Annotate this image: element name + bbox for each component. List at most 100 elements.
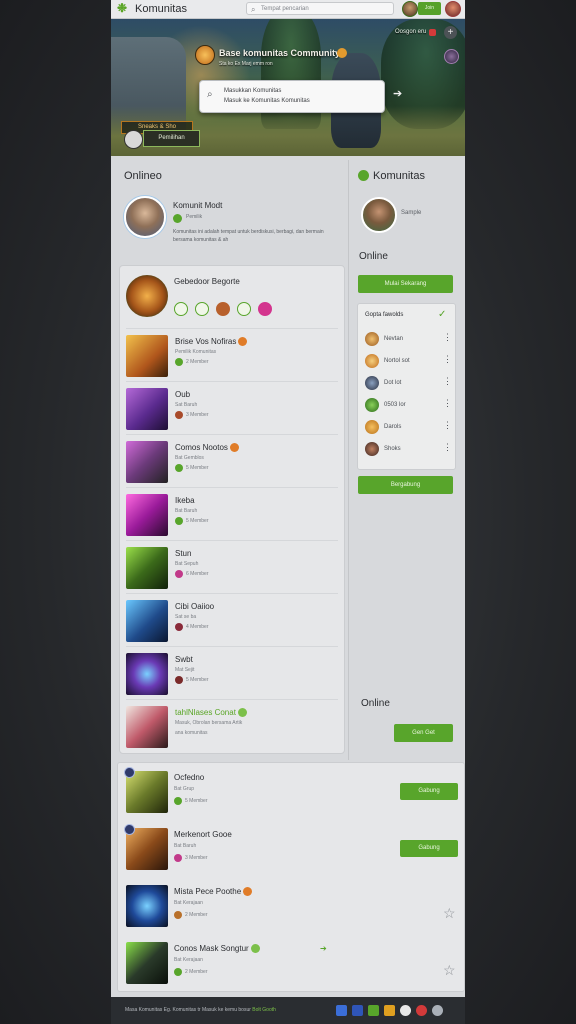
featured-item[interactable]: Mista Pece Poothe Bat Kerajaan 2 Member …	[124, 877, 460, 933]
member-row[interactable]: Darols ⋮	[365, 420, 452, 434]
member-name: Nevtan	[384, 336, 404, 342]
join-community-button[interactable]: Bergabung	[358, 476, 453, 494]
list-header: Gebedoor Begorte	[120, 266, 344, 328]
members-panel-title: Gopta fawolds	[365, 312, 404, 318]
members-icon	[174, 797, 182, 805]
verified-badge-icon	[243, 887, 253, 897]
featured-item[interactable]: Conos Mask Songtur ➔ Bat Kerajaan 2 Memb…	[124, 934, 460, 990]
hero-button[interactable]: Pemilihan	[143, 130, 200, 147]
online-heading: Online	[359, 251, 388, 262]
member-row[interactable]: 0503 lor ⋮	[365, 398, 452, 412]
social-icon[interactable]	[368, 1005, 379, 1016]
list-header-avatar[interactable]	[126, 275, 168, 317]
profile-avatar[interactable]	[445, 1, 461, 17]
item-title: Brise Vos Nofiras	[175, 337, 248, 347]
start-button[interactable]: Mulai Sekarang	[358, 275, 453, 293]
member-avatar	[365, 332, 379, 346]
check-icon[interactable]	[237, 302, 251, 316]
item-thumbnail	[126, 771, 168, 813]
footer-bar: Masa Komunitas Eg. Komunitas tr Masuk ke…	[111, 997, 465, 1024]
plus-icon[interactable]: +	[444, 26, 457, 39]
list-item[interactable]: Stun Bat Sepuh 6 Member	[126, 540, 338, 594]
more-vertical-icon[interactable]: ⋮	[443, 354, 452, 365]
featured-item[interactable]: Merkenort Gooe Bat Baruh 3 Member Gabung	[124, 820, 460, 876]
featured-item[interactable]: Ocfedno Bat Grup 5 Member Gabung	[124, 763, 460, 819]
verified-badge-icon	[238, 337, 248, 347]
members-icon	[175, 676, 183, 684]
member-name: 0503 lor	[384, 402, 406, 408]
notification-dot-icon[interactable]	[429, 29, 436, 36]
member-avatar	[365, 376, 379, 390]
left-section-title: Onlineo	[124, 170, 162, 182]
verified-badge-icon	[250, 944, 260, 954]
item-subtitle: Bat Gemblos	[175, 455, 204, 461]
member-row[interactable]: Shoks ⋮	[365, 442, 452, 456]
social-icon[interactable]	[336, 1005, 347, 1016]
more-vertical-icon[interactable]: ⋮	[443, 442, 452, 453]
footer-highlight[interactable]: Bolt Gooth	[252, 1007, 276, 1013]
leaf-icon[interactable]: ❉	[117, 2, 129, 14]
join-item-button[interactable]: Gabung	[400, 783, 458, 800]
more-vertical-icon[interactable]: ⋮	[443, 332, 452, 343]
member-row[interactable]: Nortol sot ⋮	[365, 354, 452, 368]
fire-icon[interactable]	[216, 302, 230, 316]
list-item[interactable]: Comos Nootos Bat Gemblos 5 Member	[126, 434, 338, 488]
hero-circle-icon[interactable]	[124, 130, 143, 149]
get-button[interactable]: Gen Get	[394, 724, 453, 742]
members-icon	[175, 464, 183, 472]
hero-search-box[interactable]: ⌕ Masukkan Komunitas Masuk ke Komunitas …	[199, 80, 385, 113]
more-vertical-icon[interactable]: ⋮	[443, 376, 452, 387]
member-row[interactable]: Dot lot ⋮	[365, 376, 452, 390]
list-item[interactable]: Swbt Mat Sejit 5 Member	[126, 646, 338, 700]
arrow-right-icon[interactable]: ➔	[393, 87, 402, 100]
item-thumbnail	[126, 653, 168, 695]
check-icon[interactable]: ✓	[438, 309, 446, 320]
join-button[interactable]: Join	[418, 2, 441, 15]
top-search-input[interactable]: ⌕ Tempat pencarian	[246, 2, 394, 15]
hero-avatar[interactable]	[444, 49, 459, 64]
star-icon[interactable]: ☆	[443, 905, 456, 922]
item-meta: 3 Member	[185, 855, 208, 861]
heart-icon[interactable]	[258, 302, 272, 316]
social-icon[interactable]	[416, 1005, 427, 1016]
more-vertical-icon[interactable]: ⋮	[443, 398, 452, 409]
member-row[interactable]: Nevtan ⋮	[365, 332, 452, 346]
user-avatar[interactable]	[402, 1, 418, 17]
verified-badge-icon	[337, 48, 347, 58]
social-icon[interactable]	[384, 1005, 395, 1016]
member-avatar[interactable]	[361, 197, 397, 233]
item-subtitle: Mat Sejit	[175, 667, 195, 673]
list-item[interactable]: Cibi Oaiioo Sat se ba 4 Member	[126, 593, 338, 647]
item-meta: 5 Member	[186, 677, 209, 683]
right-section-title: Komunitas	[373, 170, 425, 182]
item-meta: 2 Member	[185, 912, 208, 918]
members-panel: Gopta fawolds ✓ Nevtan ⋮ Nortol sot ⋮ Do…	[357, 303, 456, 470]
item-meta: 5 Member	[185, 798, 208, 804]
check-icon[interactable]	[195, 302, 209, 316]
list-item[interactable]: Brise Vos Nofiras Pemilik Komunitas 2 Me…	[126, 328, 338, 382]
member-name: Shoks	[384, 446, 401, 452]
owner-name[interactable]: Komunit Modt	[173, 201, 222, 210]
arrow-icon: ➔	[320, 944, 327, 953]
item-subtitle: Bat Grup	[174, 786, 195, 792]
join-item-button[interactable]: Gabung	[400, 840, 458, 857]
more-vertical-icon[interactable]: ⋮	[443, 420, 452, 431]
item-subtitle: Sat se ba	[175, 614, 197, 620]
item-title: Conos Mask Songtur	[174, 944, 260, 954]
members-icon	[174, 911, 182, 919]
list-item[interactable]: Oub Sat Baruh 3 Member	[126, 381, 338, 435]
item-subtitle: Bat Kerajaan	[174, 957, 203, 963]
star-icon[interactable]: ☆	[443, 962, 456, 979]
check-icon[interactable]	[174, 302, 188, 316]
app-title[interactable]: Komunitas	[135, 3, 187, 15]
hero-subtitle: Sta ko Ex Marj emm ron	[219, 61, 273, 67]
social-icon[interactable]	[432, 1005, 443, 1016]
owner-avatar[interactable]	[124, 196, 166, 238]
top-bar: ❉ Komunitas ⌕ Tempat pencarian Join	[111, 0, 465, 19]
item-thumbnail	[126, 494, 168, 536]
list-header-title: Gebedoor Begorte	[174, 277, 240, 286]
list-item[interactable]: tahlNlases Conat Masuk, Obrolan bersama …	[126, 699, 338, 753]
social-icon[interactable]	[400, 1005, 411, 1016]
social-icon[interactable]	[352, 1005, 363, 1016]
list-item[interactable]: Ikeba Bat Baruh 5 Member	[126, 487, 338, 541]
